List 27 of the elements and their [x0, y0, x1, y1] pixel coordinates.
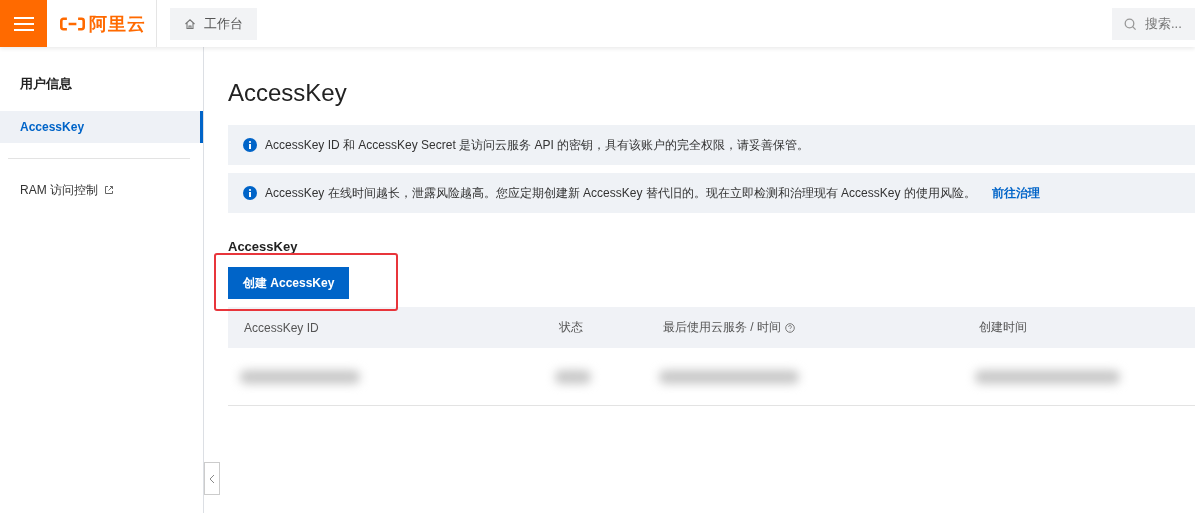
column-header: 创建时间: [979, 319, 1027, 336]
workbench-tab[interactable]: 工作台: [170, 7, 257, 40]
logo-icon: [60, 15, 85, 32]
collapse-handle[interactable]: [204, 462, 220, 495]
info-icon: [243, 186, 257, 200]
menu-icon: [13, 15, 34, 32]
page-title: AccessKey: [228, 79, 348, 107]
chevron-left-icon: [209, 473, 215, 484]
info-icon: [243, 138, 257, 152]
column-header: 最后使用云服务 / 时间: [663, 319, 781, 336]
sidebar-title: 用户信息: [19, 75, 73, 93]
create-button[interactable]: 创建 AccessKey: [228, 267, 350, 299]
banner-text: AccessKey 在线时间越长，泄露风险越高。您应定期创建新 AccessKey 替代旧的。现在立即检测和治理现有 AccessKey 的使用风险。: [265, 184, 976, 202]
banner-text: AccessKey ID 和 AccessKey Secret 是访问云服务 API 的密钥，具有该账户的完全权限，请妥善保管。: [265, 136, 810, 154]
sidebar-item[interactable]: AccessKey: [0, 111, 203, 143]
column-header: AccessKey ID: [244, 320, 319, 335]
search-icon: [1124, 17, 1137, 31]
sidebar-item[interactable]: RAM 访问控制: [0, 174, 203, 206]
menu-button[interactable]: [0, 0, 47, 47]
search-field[interactable]: 搜索...: [1112, 7, 1195, 40]
section-title: AccessKey: [228, 239, 299, 254]
column-header: 状态: [559, 319, 583, 336]
external-link-icon: [104, 185, 114, 195]
home-icon: [184, 17, 196, 30]
blurred-value: [555, 369, 591, 384]
banner-link[interactable]: 前往治理: [991, 184, 1040, 202]
logo-text: 阿里云: [89, 12, 146, 36]
